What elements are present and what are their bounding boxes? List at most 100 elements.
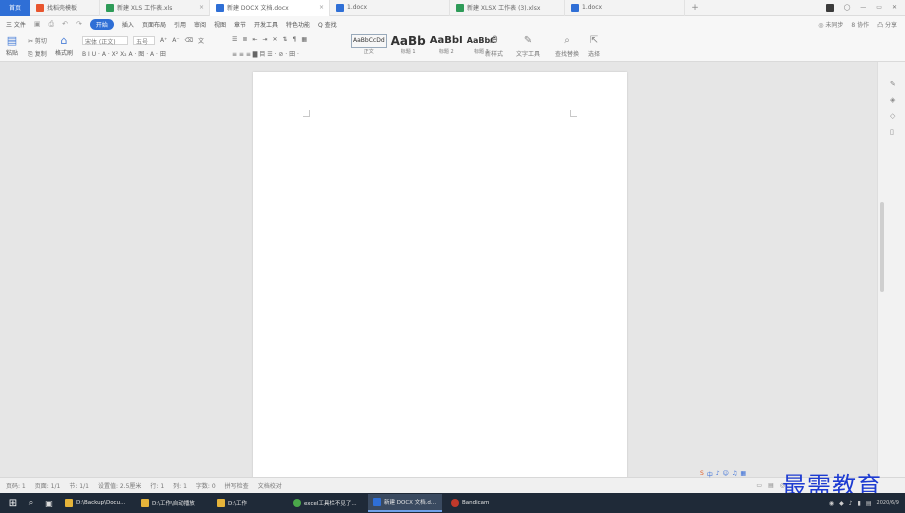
- document-proofread[interactable]: 文档校对: [258, 481, 282, 490]
- cursor-icon: ⇱: [589, 35, 599, 46]
- taskbar-item-backup-folder[interactable]: D:\Backup\Docu...: [60, 494, 132, 512]
- vertical-scrollbar[interactable]: [880, 202, 884, 292]
- style-normal[interactable]: AaBbCcDd 正文: [351, 34, 387, 55]
- pen-icon[interactable]: ✎: [890, 80, 896, 88]
- ime-mode-icon[interactable]: 中: [707, 470, 713, 479]
- maximize-icon[interactable]: ▭: [876, 4, 882, 11]
- taskbar-item-work-folder[interactable]: D:\工作: [212, 494, 284, 512]
- battery-icon[interactable]: ▮: [858, 500, 861, 507]
- tab-xlsx-sheet[interactable]: 新建 XLSX 工作表 (3).xlsx: [450, 0, 565, 16]
- format-painter-button[interactable]: ⌂ 格式刷: [55, 34, 73, 57]
- menu-page-layout[interactable]: 页面布局: [142, 20, 166, 29]
- task-view-icon[interactable]: ▣: [42, 499, 56, 508]
- status-word-count[interactable]: 字数: 0: [196, 481, 216, 490]
- save-icon[interactable]: ▣: [34, 20, 41, 28]
- paste-button[interactable]: ▤ 粘贴: [6, 34, 18, 57]
- taskbar-item-wps-document[interactable]: 新建 DOCX 文档.d...: [368, 494, 442, 512]
- ime-emoji-icon[interactable]: ☺: [723, 470, 729, 479]
- tab-xls-sheet[interactable]: 新建 XLS 工作表.xls ×: [100, 0, 210, 16]
- ime-logo-icon[interactable]: S: [700, 470, 704, 479]
- menu-review[interactable]: 审阅: [194, 20, 206, 29]
- tab-1-docx[interactable]: 1.docx: [330, 0, 450, 16]
- tab-docx-document[interactable]: 新建 DOCX 文档.docx ×: [210, 0, 330, 16]
- close-window-icon[interactable]: ✕: [892, 4, 897, 11]
- menu-insert[interactable]: 插入: [122, 20, 134, 29]
- new-tab-button[interactable]: +: [685, 0, 705, 16]
- find-replace-button[interactable]: ⌕ 查找替换: [555, 35, 579, 58]
- style-heading-1[interactable]: AaBb 标题 1: [391, 34, 426, 55]
- windows-start-icon[interactable]: ⊞: [6, 496, 20, 510]
- tab-template[interactable]: 找稻壳模板: [30, 0, 100, 16]
- shield-icon[interactable]: ◆: [839, 500, 844, 507]
- shrink-font-icon[interactable]: A⁻: [172, 37, 179, 44]
- chinese-layout-icon[interactable]: ✕: [272, 36, 277, 43]
- bullets-icon[interactable]: ☰: [232, 36, 237, 43]
- spell-check-toggle[interactable]: 拼写检查: [225, 481, 249, 490]
- page-view-icon[interactable]: ▤: [768, 482, 774, 489]
- taskbar-item-browser[interactable]: excel工具栏不见了...: [288, 494, 364, 512]
- shape-icon[interactable]: ◇: [890, 112, 895, 120]
- menu-sections[interactable]: 章节: [234, 20, 246, 29]
- tab-1-docx-second[interactable]: 1.docx: [565, 0, 685, 16]
- taskbar-item-autoplay-folder[interactable]: D:\工作\自动播放: [136, 494, 208, 512]
- text-format-tools[interactable]: B I U · A · X² X₂ A · 图 · A · 田: [82, 49, 166, 58]
- paragraph-tools[interactable]: ≡ ≡ ≡ ▇ 目 ☰ · ⊘ · 田 ·: [232, 49, 299, 58]
- border-icon[interactable]: ▦: [301, 36, 307, 43]
- file-menu[interactable]: 三 文件: [6, 20, 26, 29]
- indent-icon[interactable]: ⇥: [262, 36, 267, 43]
- magnifier-icon: ⌕: [564, 35, 570, 46]
- document-page[interactable]: [253, 72, 627, 477]
- menu-features[interactable]: 特色功能: [286, 20, 310, 29]
- paragraph-row-2: ≡ ≡ ≡ ▇ 目 ☰ · ⊘ · 田 ·: [232, 49, 299, 58]
- text-tools-button[interactable]: ✎ 文字工具: [516, 35, 540, 58]
- taskbar-item-bandicam[interactable]: Bandicam: [446, 494, 506, 512]
- menu-developer[interactable]: 开发工具: [254, 20, 278, 29]
- menu-view[interactable]: 视图: [214, 20, 226, 29]
- font-name-select[interactable]: 宋体 (正文): [82, 36, 128, 46]
- outdent-icon[interactable]: ⇤: [252, 36, 257, 43]
- folder-icon: [217, 499, 225, 507]
- minimize-icon[interactable]: —: [860, 4, 866, 11]
- user-icon[interactable]: ◯: [844, 4, 851, 11]
- phonetic-icon[interactable]: 文: [198, 36, 204, 45]
- notification-icon[interactable]: ▤: [866, 500, 872, 507]
- ime-mic-icon[interactable]: ♫: [732, 470, 737, 479]
- ime-punct-icon[interactable]: ♪: [716, 470, 720, 479]
- copy-button[interactable]: ⎘ 复制: [28, 49, 47, 59]
- menu-references[interactable]: 引用: [174, 20, 186, 29]
- style-heading-2[interactable]: AaBbI 标题 2: [430, 34, 463, 55]
- taskbar-label: D:\Backup\Docu...: [76, 500, 126, 506]
- network-icon[interactable]: ◉: [829, 500, 834, 507]
- undo-icon[interactable]: ↶: [62, 20, 68, 28]
- document-canvas[interactable]: [0, 62, 877, 477]
- system-clock[interactable]: 2020/6/9: [877, 500, 899, 506]
- home-tab[interactable]: 首页: [0, 0, 30, 16]
- sync-status[interactable]: ◎ 未同步: [818, 20, 843, 29]
- close-icon[interactable]: ×: [199, 4, 204, 11]
- document-icon: [571, 3, 579, 12]
- show-marks-icon[interactable]: ¶: [293, 36, 297, 43]
- collaborate-button[interactable]: 8 协作: [851, 20, 869, 29]
- app-badge-icon[interactable]: [825, 3, 834, 12]
- clear-format-icon[interactable]: ⌫: [185, 37, 193, 44]
- paint-icon[interactable]: ◈: [890, 96, 895, 104]
- search-icon[interactable]: ⌕: [24, 498, 38, 508]
- font-size-select[interactable]: 五号: [133, 36, 155, 46]
- sort-icon[interactable]: ⇅: [283, 36, 288, 43]
- menu-home[interactable]: 开始: [89, 18, 114, 30]
- menu-search[interactable]: Q 查找: [318, 20, 337, 29]
- print-icon[interactable]: ⎙: [49, 20, 55, 29]
- status-page-number: 页码: 1: [6, 483, 26, 490]
- ime-keyboard-icon[interactable]: ▦: [740, 470, 746, 479]
- book-icon[interactable]: ▯: [890, 128, 894, 136]
- cut-button[interactable]: ✂ 剪切: [28, 36, 47, 45]
- volume-icon[interactable]: ♪: [849, 500, 853, 507]
- read-mode-icon[interactable]: ▭: [756, 482, 762, 489]
- grow-font-icon[interactable]: A⁺: [160, 37, 167, 44]
- select-button[interactable]: ⇱ 选择: [588, 35, 600, 58]
- redo-icon[interactable]: ↷: [76, 20, 82, 28]
- numbering-icon[interactable]: ≣: [242, 36, 247, 43]
- share-button[interactable]: 凸 分享: [877, 20, 897, 29]
- close-icon[interactable]: ×: [319, 4, 324, 11]
- new-style-button[interactable]: Ꭿ 新样式: [485, 35, 503, 58]
